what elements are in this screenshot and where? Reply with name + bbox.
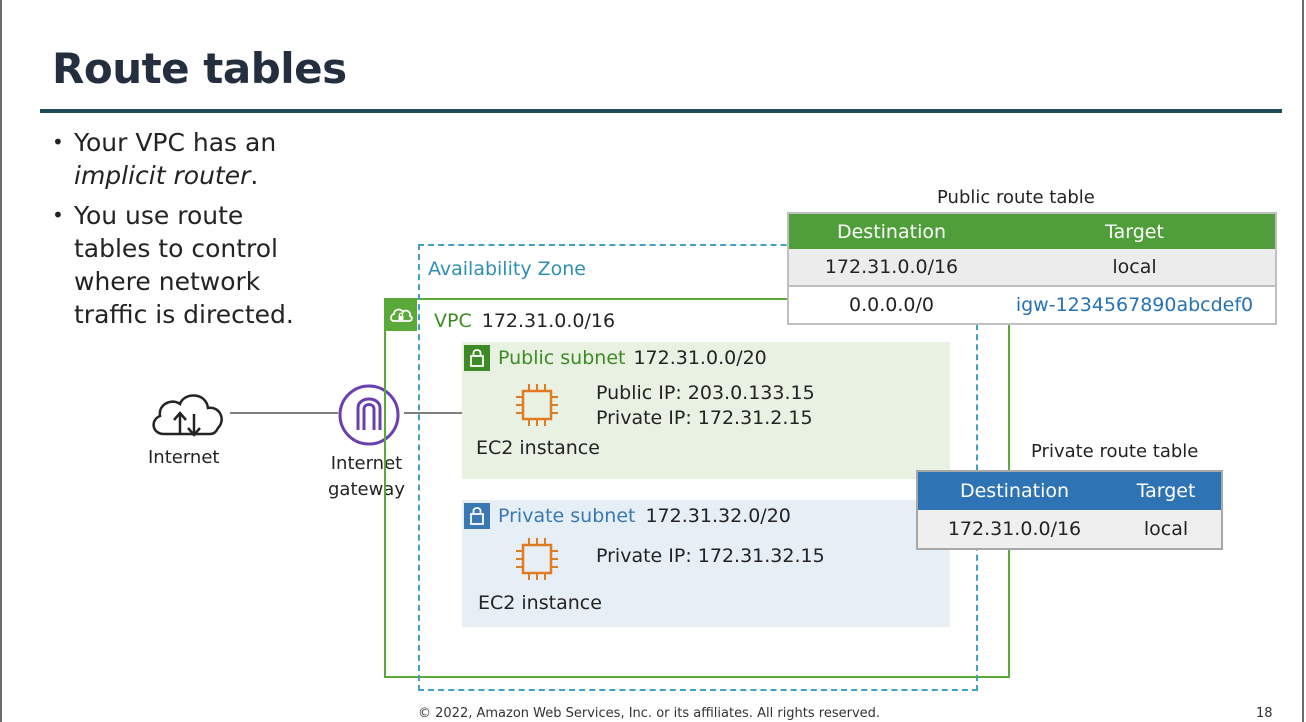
public-route-table-caption: Public route table	[937, 187, 1095, 208]
private-route-table-caption: Private route table	[1031, 441, 1199, 462]
table-row: 0.0.0.0/0 igw-1234567890abcdef0	[788, 286, 1276, 324]
destination-cell: 172.31.0.0/16	[917, 510, 1111, 549]
destination-cell: 0.0.0.0/0	[849, 294, 934, 316]
column-header: Destination	[788, 213, 994, 249]
cloud-upload-download-icon	[152, 394, 223, 437]
table-header-row: Destination Target	[917, 471, 1222, 510]
copyright-footer: © 2022, Amazon Web Services, Inc. or its…	[418, 706, 881, 721]
table-row: 172.31.0.0/16 local	[917, 510, 1222, 549]
table-header-row: Destination Target	[788, 213, 1276, 249]
target-cell: igw-1234567890abcdef0	[1015, 294, 1254, 316]
table-row: 172.31.0.0/16 local	[788, 249, 1276, 287]
target-cell: local	[1111, 510, 1222, 549]
availability-zone-label: Availability Zone	[428, 258, 586, 280]
internet-label: Internet	[148, 447, 220, 468]
column-header: Destination	[917, 471, 1111, 510]
column-header: Target	[994, 213, 1276, 249]
public-route-table: Destination Target 172.31.0.0/16 local 0…	[787, 212, 1277, 325]
page-number: 18	[1256, 706, 1273, 721]
vpc-badge	[385, 299, 417, 331]
private-route-table: Destination Target 172.31.0.0/16 local	[916, 470, 1223, 550]
column-header: Target	[1111, 471, 1222, 510]
cloud-lock-icon	[390, 308, 413, 322]
destination-cell: 172.31.0.0/16	[788, 249, 994, 287]
target-cell: local	[994, 249, 1276, 287]
